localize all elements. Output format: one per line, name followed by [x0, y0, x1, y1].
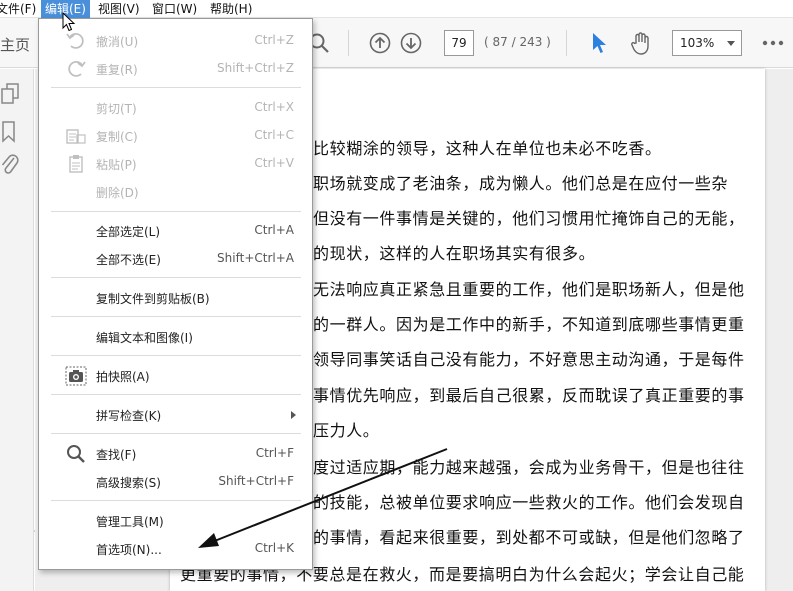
- menu-item-manage-tools[interactable]: 管理工具(M): [39, 508, 312, 534]
- text-line: 的技能，总被单位要求响应一些救火的工作。他们会发现自: [313, 493, 745, 512]
- undo-icon: [66, 33, 84, 49]
- toolbar-divider: [566, 30, 567, 56]
- menu-item-preferences[interactable]: 首选项(N)... Ctrl+K: [39, 536, 312, 562]
- menu-item-shortcut: Ctrl+C: [254, 128, 294, 142]
- text-line: 职场就变成了老油条，成为懒人。他们总是在应付一些杂: [313, 174, 729, 193]
- menu-item-cut[interactable]: 剪切(T) Ctrl+X: [39, 95, 312, 121]
- menu-item-label: 重复(R): [96, 63, 138, 77]
- edit-menu-dropdown: 撤消(U) Ctrl+Z 重复(R) Shift+Ctrl+Z 剪切(T) Ct…: [38, 18, 313, 570]
- page-count-label: ( 87 / 243 ): [484, 35, 551, 49]
- menu-item-spell-check[interactable]: 拼写检查(K): [39, 402, 312, 428]
- menu-item-advanced-search[interactable]: 高级搜索(S) Shift+Ctrl+F: [39, 469, 312, 495]
- chevron-down-icon: [727, 41, 735, 46]
- toolbar-divider: [348, 30, 349, 56]
- menu-separator: [51, 316, 301, 317]
- menu-item-shortcut: Ctrl+A: [254, 223, 294, 237]
- select-tool-icon[interactable]: [590, 31, 608, 55]
- menu-item-label: 查找(F): [96, 448, 137, 462]
- menu-item-label: 管理工具(M): [96, 515, 164, 529]
- menu-separator: [51, 394, 301, 395]
- navigation-panel: [0, 69, 34, 591]
- copy-icon: [66, 129, 86, 144]
- menu-item-shortcut: Ctrl+F: [255, 446, 294, 460]
- menu-item-snapshot[interactable]: 拍快照(A): [39, 363, 312, 389]
- camera-icon: [65, 366, 87, 386]
- menu-item-undo[interactable]: 撤消(U) Ctrl+Z: [39, 28, 312, 54]
- menu-item-label: 拍快照(A): [96, 370, 150, 384]
- menu-separator: [51, 277, 301, 278]
- home-tab[interactable]: 主页: [0, 34, 30, 55]
- menu-item-shortcut: Ctrl+Z: [254, 33, 294, 47]
- menu-item-shortcut: Shift+Ctrl+Z: [217, 61, 294, 75]
- more-options-icon[interactable]: [762, 40, 784, 46]
- menu-item-shortcut: Ctrl+V: [254, 156, 294, 170]
- redo-icon: [68, 61, 86, 77]
- menu-file[interactable]: 文件(F): [0, 0, 40, 18]
- page-up-icon[interactable]: [369, 32, 391, 54]
- menu-item-deselect-all[interactable]: 全部不选(E) Shift+Ctrl+A: [39, 246, 312, 272]
- menu-item-shortcut: Shift+Ctrl+A: [217, 251, 294, 265]
- menu-item-label: 首选项(N)...: [96, 543, 162, 557]
- menu-help[interactable]: 帮助(H): [206, 0, 256, 18]
- zoom-value: 103%: [680, 36, 715, 50]
- menu-item-edit-text-images[interactable]: 编辑文本和图像(I): [39, 324, 312, 350]
- text-line: 压力人。: [313, 421, 380, 440]
- menu-item-label: 删除(D): [96, 186, 139, 200]
- menu-separator: [51, 211, 301, 212]
- menu-window[interactable]: 窗口(W): [148, 0, 201, 18]
- attachment-icon[interactable]: [0, 152, 20, 178]
- submenu-arrow-icon: [291, 411, 296, 419]
- menu-item-shortcut: Shift+Ctrl+F: [218, 474, 294, 488]
- menu-item-label: 撤消(U): [96, 35, 139, 49]
- menu-separator: [51, 87, 301, 88]
- text-line: 无法响应真正紧急且重要的工作，他们是职场新人，但是他: [313, 280, 745, 299]
- menu-item-copy[interactable]: 复制(C) Ctrl+C: [39, 123, 312, 149]
- menu-item-redo[interactable]: 重复(R) Shift+Ctrl+Z: [39, 56, 312, 82]
- menu-item-copy-file-to-clipboard[interactable]: 复制文件到剪贴板(B): [39, 285, 312, 311]
- menu-item-delete[interactable]: 删除(D): [39, 179, 312, 205]
- menu-item-shortcut: Ctrl+K: [254, 541, 294, 555]
- menu-item-label: 高级搜索(S): [96, 476, 161, 490]
- text-line: 的一群人。因为是工作中的新手，不知道到底哪些事情更重: [313, 315, 745, 334]
- zoom-select[interactable]: 103%: [672, 30, 742, 56]
- page-down-icon[interactable]: [400, 32, 422, 54]
- menu-item-label: 复制(C): [96, 130, 138, 144]
- text-line: 比较糊涂的领导，这种人在单位也未必不吃香。: [313, 139, 662, 158]
- pages-icon[interactable]: [0, 82, 22, 106]
- menu-item-label: 粘贴(P): [96, 158, 137, 172]
- text-line: 领导同事笑话自己没有能力，不好意思主动沟通，于是每件: [313, 350, 745, 369]
- bookmark-icon[interactable]: [0, 120, 18, 144]
- page-number-input[interactable]: 79: [444, 30, 474, 56]
- menu-item-find[interactable]: 查找(F) Ctrl+F: [39, 441, 312, 467]
- menu-separator: [51, 500, 301, 501]
- menu-item-shortcut: Ctrl+X: [254, 100, 294, 114]
- menu-item-label: 全部选定(L): [96, 225, 161, 239]
- menu-item-select-all[interactable]: 全部选定(L) Ctrl+A: [39, 218, 312, 244]
- hand-tool-icon[interactable]: [628, 30, 654, 56]
- menu-item-label: 复制文件到剪贴板(B): [96, 292, 210, 306]
- menu-item-label: 拼写检查(K): [96, 409, 162, 423]
- menu-bar: 文件(F) 编辑(E) 视图(V) 窗口(W) 帮助(H): [0, 0, 793, 18]
- menu-separator: [51, 433, 301, 434]
- menu-item-label: 剪切(T): [96, 102, 137, 116]
- text-line: 的事情，看起来很重要，到处都不可或缺，但是他们忽略了: [313, 528, 745, 547]
- paste-icon: [69, 155, 83, 173]
- search-icon: [67, 445, 85, 463]
- text-line: 度过适应期，能力越来越强，会成为业务骨干，但是也往往: [313, 458, 745, 477]
- menu-view[interactable]: 视图(V): [94, 0, 144, 18]
- menu-separator: [51, 355, 301, 356]
- menu-item-label: 编辑文本和图像(I): [96, 331, 193, 345]
- text-line: 但没有一件事情是关键的，他们习惯用忙掩饰自己的无能，: [313, 209, 745, 228]
- menu-item-paste[interactable]: 粘贴(P) Ctrl+V: [39, 151, 312, 177]
- text-line: 事情优先响应，到最后自己很累，反而耽误了真正重要的事: [313, 386, 745, 405]
- text-line: 的现状，这样的人在职场其实有很多。: [313, 244, 596, 263]
- menu-item-label: 全部不选(E): [96, 253, 161, 267]
- mouse-cursor-icon: [62, 12, 76, 32]
